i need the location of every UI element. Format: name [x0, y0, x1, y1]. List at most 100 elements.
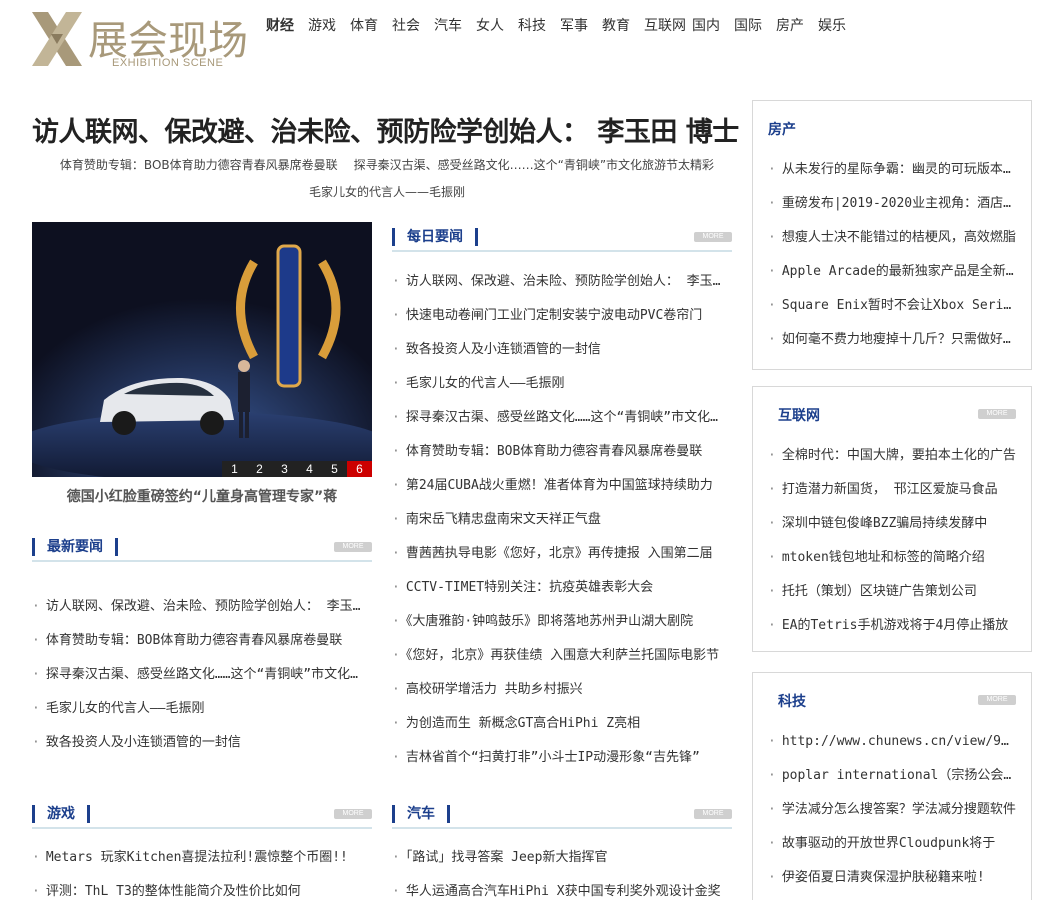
list-item[interactable]: 曹茜茜执导电影《您好，北京》再传捷报 入围第二届 [392, 537, 727, 571]
section-title: 汽车 [392, 805, 450, 823]
slide-page-button[interactable]: 4 [297, 461, 322, 477]
house-list: 从未发行的星际争霸：幽灵的可玩版本泄露 重磅发布|2019-2020业主视角：酒… [768, 153, 1016, 357]
nav-item-society[interactable]: 社会 [392, 15, 420, 35]
daily-news-header: 每日要闻 MORE [392, 226, 732, 252]
list-item[interactable]: 致各投资人及小连锁酒管的一封信 [392, 333, 727, 367]
nav-item-military[interactable]: 军事 [560, 15, 588, 35]
list-item[interactable]: 伊姿佰夏日清爽保湿护肤秘籍来啦! [768, 861, 1016, 895]
list-item[interactable]: 探寻秦汉古渠、感受丝路文化……这个“青铜峡”市文化旅游节太精彩 [392, 401, 727, 435]
list-item[interactable]: Apple Arcade的最新独家产品是全新游戏 [768, 255, 1016, 289]
list-item[interactable]: 从未发行的星际争霸：幽灵的可玩版本泄露 [768, 153, 1016, 187]
daily-news-list: 访人联网、保改避、治未险、预防险学创始人： 李玉田 博士 快速电动卷闸门工业门定… [392, 265, 727, 775]
nav-item-domestic[interactable]: 国内 [692, 15, 720, 35]
list-item[interactable]: 为创造而生 新概念GT高合HiPhi Z亮相 [392, 707, 727, 741]
list-item[interactable]: 华人运通高合汽车HiPhi X获中国专利奖外观设计金奖 [392, 875, 722, 900]
list-item[interactable]: 体育赞助专辑：BOB体育助力德容青春风暴席卷曼联 [32, 624, 362, 658]
auto-header: 汽车 MORE [392, 803, 732, 829]
games-header: 游戏 MORE [32, 803, 372, 829]
slide-page-button[interactable]: 2 [247, 461, 272, 477]
slide-image [32, 222, 372, 477]
list-item[interactable]: 学法减分怎么搜答案？学法减分搜题软件 [768, 793, 1016, 827]
slide-page-button[interactable]: 5 [322, 461, 347, 477]
list-item[interactable]: 毛家儿女的代言人——毛振刚 [32, 692, 362, 726]
list-item[interactable]: http://www.chunews.cn/view/90938.html [768, 725, 1016, 759]
latest-news-header: 最新要闻 MORE [32, 536, 372, 562]
sub-headlines: 体育赞助专辑：BOB体育助力德容青春风暴席卷曼联 探寻秦汉古渠、感受丝路文化……这… [32, 152, 742, 206]
latest-news-list: 访人联网、保改避、治未险、预防险学创始人： 李玉田 博士 体育赞助专辑：BOB体… [32, 590, 362, 760]
section-title: 游戏 [32, 805, 90, 823]
list-item[interactable]: 全棉时代：中国大牌，要拍本土化的广告 [768, 439, 1016, 473]
sidebar-tech-box: 科技 MORE http://www.chunews.cn/view/90938… [752, 672, 1032, 900]
sub-headline-link[interactable]: 毛家儿女的代言人——毛振刚 [309, 185, 465, 199]
more-button[interactable]: MORE [978, 409, 1016, 419]
list-item[interactable]: 吉林省首个“扫黄打非”小斗士IP动漫形象“吉先锋” [392, 741, 727, 775]
nav-item-women[interactable]: 女人 [476, 15, 504, 35]
nav-item-internet[interactable]: 互联网 [644, 15, 686, 35]
list-item[interactable]: EA的Tetris手机游戏将于4月停止播放 [768, 609, 1016, 643]
sidebar-title: 互联网 [778, 408, 820, 424]
headline-link[interactable]: 访人联网、保改避、治未险、预防险学创始人： 李玉田 博士 [32, 110, 739, 149]
nav-item-realestate[interactable]: 房产 [776, 15, 804, 35]
section-title: 最新要闻 [32, 538, 118, 556]
more-button[interactable]: MORE [334, 809, 372, 819]
nav-item-tech[interactable]: 科技 [518, 15, 546, 35]
featured-slideshow[interactable]: 1 2 3 4 5 6 [32, 222, 372, 477]
nav-item-sports[interactable]: 体育 [350, 15, 378, 35]
more-button[interactable]: MORE [978, 695, 1016, 705]
sidebar-house-box: 房产 从未发行的星际争霸：幽灵的可玩版本泄露 重磅发布|2019-2020业主视… [752, 100, 1032, 370]
tech-list: http://www.chunews.cn/view/90938.html po… [768, 725, 1016, 895]
sidebar-internet-box: 互联网 MORE 全棉时代：中国大牌，要拍本土化的广告 打造潜力新国货， 邗江区… [752, 386, 1032, 652]
logo-subtitle: EXHIBITION SCENE [112, 57, 224, 69]
list-item[interactable]: 如何毫不费力地瘦掉十几斤？只需做好这几点 [768, 323, 1016, 357]
games-list: Metars 玩家Kitchen喜提法拉利!震惊整个币圈!! 评测：ThL T3… [32, 841, 362, 900]
list-item[interactable]: 深圳中链包俊峰BZZ骗局持续发酵中 [768, 507, 1016, 541]
nav-item-finance[interactable]: 财经 [266, 15, 294, 35]
more-button[interactable]: MORE [694, 809, 732, 819]
list-item[interactable]: mtoken钱包地址和标签的简略介绍 [768, 541, 1016, 575]
more-button[interactable]: MORE [694, 232, 732, 242]
list-item[interactable]: 想瘦人士决不能错过的桔梗风，高效燃脂 [768, 221, 1016, 255]
list-item[interactable]: 打造潜力新国货， 邗江区爱旋马食品 [768, 473, 1016, 507]
logo-mark-icon [32, 12, 82, 66]
list-item[interactable]: 评测：ThL T3的整体性能简介及性价比如何 [32, 875, 362, 900]
slide-page-button[interactable]: 3 [272, 461, 297, 477]
slide-pager: 1 2 3 4 5 6 [222, 461, 372, 477]
nav-item-entertainment[interactable]: 娱乐 [818, 15, 846, 35]
slide-page-button-active[interactable]: 6 [347, 461, 372, 477]
more-button[interactable]: MORE [334, 542, 372, 552]
list-item[interactable]: 体育赞助专辑：BOB体育助力德容青春风暴席卷曼联 [392, 435, 727, 469]
list-item[interactable]: 故事驱动的开放世界Cloudpunk将于 [768, 827, 1016, 861]
list-item[interactable]: 毛家儿女的代言人——毛振刚 [392, 367, 727, 401]
section-title: 每日要闻 [392, 228, 478, 246]
nav-item-international[interactable]: 国际 [734, 15, 762, 35]
list-item[interactable]: Metars 玩家Kitchen喜提法拉利!震惊整个币圈!! [32, 841, 362, 875]
top-nav: 财经 游戏 体育 社会 汽车 女人 科技 军事 教育 互联网 国内 国际 房产 … [266, 15, 860, 35]
list-item[interactable]: 探寻秦汉古渠、感受丝路文化……这个“青铜峡”市文化旅游节太精彩 [32, 658, 362, 692]
list-item[interactable]: Square Enix暂时不会让Xbox Series X [768, 289, 1016, 323]
nav-item-games[interactable]: 游戏 [308, 15, 336, 35]
list-item[interactable]: 南宋岳飞精忠盘南宋文天祥正气盘 [392, 503, 727, 537]
slide-page-button[interactable]: 1 [222, 461, 247, 477]
internet-list: 全棉时代：中国大牌，要拍本土化的广告 打造潜力新国货， 邗江区爱旋马食品 深圳中… [768, 439, 1016, 643]
list-item[interactable]: 托托（策划）区块链广告策划公司 [768, 575, 1016, 609]
list-item[interactable]: poplar international（宗扬公会） [768, 759, 1016, 793]
list-item[interactable]: 《大唐雅韵·钟鸣鼓乐》即将落地苏州尹山湖大剧院 [392, 605, 727, 639]
slide-caption[interactable]: 德国小红脸重磅签约“儿童身高管理专家”蒋 [32, 486, 372, 506]
list-item[interactable]: 「路试」找寻答案 Jeep新大指挥官 [392, 841, 722, 875]
list-item[interactable]: 访人联网、保改避、治未险、预防险学创始人： 李玉田 博士 [392, 265, 727, 299]
list-item[interactable]: 访人联网、保改避、治未险、预防险学创始人： 李玉田 博士 [32, 590, 362, 624]
sub-headline-link[interactable]: 体育赞助专辑：BOB体育助力德容青春风暴席卷曼联 [60, 158, 338, 172]
list-item[interactable]: 《您好，北京》再获佳绩 入围意大利萨兰托国际电影节 [392, 639, 727, 673]
list-item[interactable]: 第24届CUBA战火重燃！准者体育为中国篮球持续助力 [392, 469, 727, 503]
list-item[interactable]: 高校研学增活力 共助乡村振兴 [392, 673, 727, 707]
list-item[interactable]: 快速电动卷闸门工业门定制安装宁波电动PVC卷帘门 [392, 299, 727, 333]
list-item[interactable]: 致各投资人及小连锁酒管的一封信 [32, 726, 362, 760]
sub-headline-link[interactable]: 探寻秦汉古渠、感受丝路文化……这个“青铜峡”市文化旅游节太精彩 [354, 158, 714, 172]
site-logo[interactable]: 展会现场 EXHIBITION SCENE [32, 10, 248, 70]
nav-item-education[interactable]: 教育 [602, 15, 630, 35]
list-item[interactable]: CCTV-TIMET特别关注：抗疫英雄表彰大会 [392, 571, 727, 605]
sidebar-title: 科技 [778, 694, 806, 710]
list-item[interactable]: 重磅发布|2019-2020业主视角：酒店品牌榜单 [768, 187, 1016, 221]
nav-item-auto[interactable]: 汽车 [434, 15, 462, 35]
sidebar-title: 房产 [768, 122, 796, 138]
